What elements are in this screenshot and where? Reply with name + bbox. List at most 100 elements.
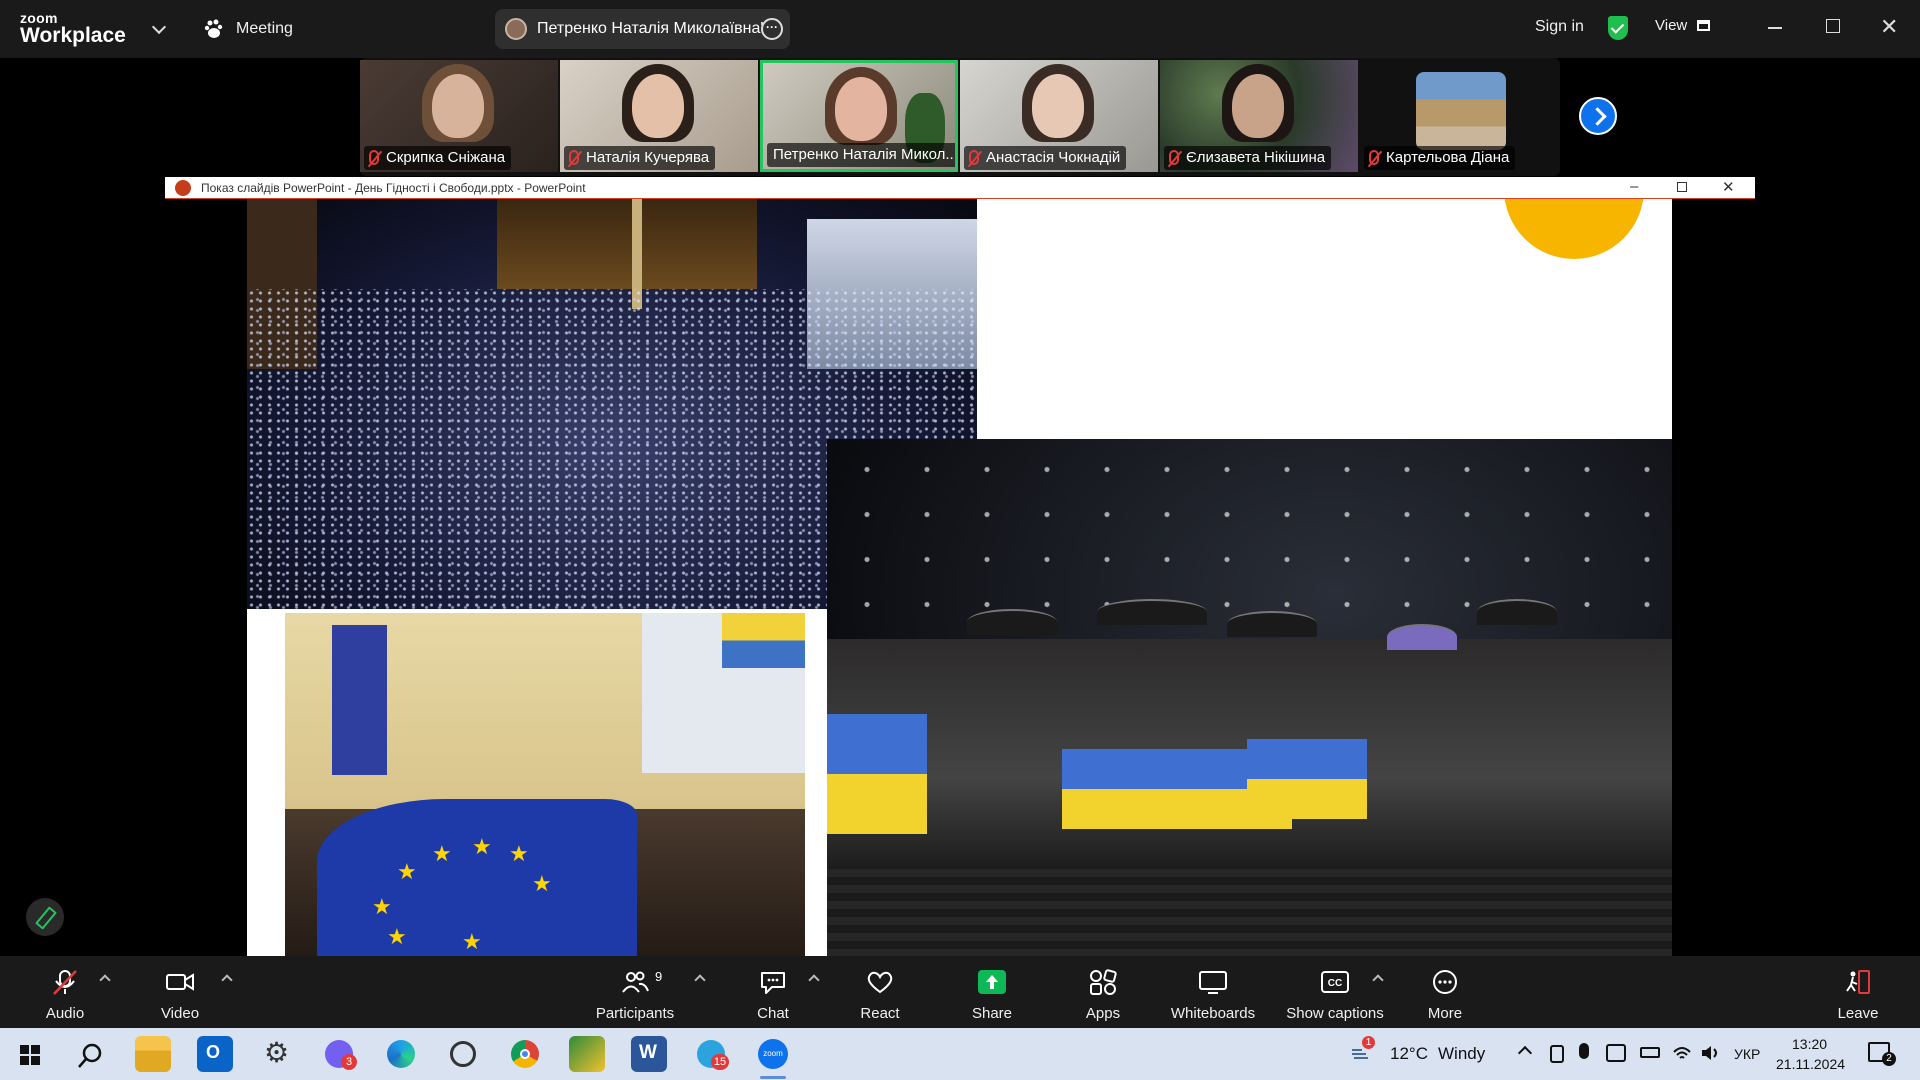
participants-icon <box>622 971 649 993</box>
decorative-sun-circle <box>1504 199 1644 259</box>
participant-tile[interactable]: Картельова Діана <box>1360 60 1558 172</box>
audio-options-caret-icon[interactable] <box>99 974 111 986</box>
file-explorer-icon[interactable] <box>135 1036 171 1072</box>
more-options-icon[interactable]: ··· <box>761 18 783 40</box>
view-button[interactable]: View <box>1655 17 1687 34</box>
apps-grid-icon <box>1090 969 1117 995</box>
share-button[interactable]: Share <box>957 956 1027 1028</box>
meeting-label[interactable]: Meeting <box>236 20 293 38</box>
video-options-caret-icon[interactable] <box>221 974 233 986</box>
leave-button[interactable]: Leave <box>1823 956 1893 1028</box>
whiteboards-button[interactable]: Whiteboards <box>1163 956 1263 1028</box>
participant-label: Наталія Кучерява <box>564 146 716 170</box>
photo-eu-flag-march: ★ ★ ★ ★ ★ ★ ★ ★ <box>247 609 827 956</box>
encryption-shield-icon[interactable] <box>1608 16 1628 40</box>
mic-muted-icon <box>369 150 379 165</box>
photos-app-icon[interactable] <box>569 1036 605 1072</box>
chevron-down-icon[interactable] <box>151 19 167 35</box>
photo-ukrainian-flags-snow <box>827 439 1672 956</box>
notifications-icon[interactable]: 2 <box>1868 1042 1896 1066</box>
battery-icon[interactable] <box>1640 1047 1660 1058</box>
participant-tile-active-speaker[interactable]: Петренко Наталія Микол... <box>760 60 958 172</box>
keyboard-language[interactable]: УКР <box>1734 1046 1760 1062</box>
microphone-muted-icon <box>53 970 77 995</box>
video-button[interactable]: Video <box>145 956 215 1028</box>
whiteboard-icon <box>1199 971 1227 994</box>
edge-browser-icon[interactable] <box>383 1036 419 1072</box>
ppt-close-icon[interactable]: ✕ <box>1722 178 1735 196</box>
viber-icon[interactable]: 3 <box>321 1036 357 1072</box>
shared-window-title: Показ слайдів PowerPoint - День Гідності… <box>201 181 586 195</box>
speaker-avatar <box>505 18 527 40</box>
mic-muted-icon <box>1169 150 1179 165</box>
participant-label: Петренко Наталія Микол... <box>767 143 955 167</box>
outlook-icon[interactable]: O <box>197 1036 233 1072</box>
tray-microphone-icon[interactable] <box>1579 1043 1589 1059</box>
restore-icon[interactable] <box>1826 19 1840 33</box>
search-icon[interactable] <box>76 1042 104 1070</box>
participants-button[interactable]: 9 Participants <box>585 956 685 1028</box>
view-grid-icon[interactable] <box>1697 20 1710 31</box>
chat-options-caret-icon[interactable] <box>808 974 820 986</box>
zoom-taskbar-icon[interactable]: zoom <box>755 1036 791 1072</box>
next-page-arrow-icon[interactable] <box>1579 97 1617 135</box>
meeting-paw-icon[interactable] <box>203 17 227 41</box>
tray-projector-icon[interactable] <box>1606 1044 1626 1062</box>
volume-icon[interactable] <box>1700 1044 1722 1062</box>
participants-options-caret-icon[interactable] <box>694 974 706 986</box>
notifications-count: 2 <box>1882 1052 1896 1066</box>
weather-temperature[interactable]: 12°C <box>1390 1044 1428 1064</box>
zoom-logo-workplace: Workplace <box>20 24 126 47</box>
mic-muted-icon <box>1369 150 1379 165</box>
leave-door-icon <box>1846 970 1870 994</box>
windows-taskbar: O ⚙ 3 W 15 zoom 1 12°C Windy УКР 13:20 2… <box>0 1028 1920 1080</box>
participant-label: Єлизавета Нікішина <box>1164 146 1332 170</box>
participant-tile[interactable]: Анастасія Чокнадій <box>960 60 1158 172</box>
more-button[interactable]: More <box>1410 956 1480 1028</box>
audio-button[interactable]: Audio <box>30 956 100 1028</box>
tray-expand-icon[interactable] <box>1517 1045 1533 1061</box>
tray-app-icon[interactable] <box>1550 1045 1564 1063</box>
show-captions-button[interactable]: CC Show captions <box>1280 956 1390 1028</box>
clock-time[interactable]: 13:20 <box>1792 1036 1827 1052</box>
chat-button[interactable]: Chat <box>738 956 808 1028</box>
clock-date[interactable]: 21.11.2024 <box>1776 1056 1845 1072</box>
video-camera-icon <box>166 973 194 991</box>
app-brain-icon[interactable] <box>445 1036 481 1072</box>
word-icon[interactable]: W <box>631 1036 667 1072</box>
close-icon[interactable]: ✕ <box>1880 14 1898 40</box>
annotation-pen-icon[interactable] <box>26 898 64 936</box>
more-dots-icon <box>1433 970 1457 994</box>
closed-captions-icon: CC <box>1321 971 1349 993</box>
wifi-icon[interactable] <box>1672 1044 1692 1062</box>
participant-thumbnail-strip: Скрипка Сніжана Наталія Кучерява Петренк… <box>0 58 1920 176</box>
presentation-slide: ★ ★ ★ ★ ★ ★ ★ ★ <box>247 199 1672 956</box>
active-speaker-pill[interactable]: Петренко Наталія Миколаївна' ··· <box>495 9 790 49</box>
minimize-icon[interactable] <box>1768 27 1782 29</box>
powerpoint-icon <box>175 180 191 196</box>
chrome-icon[interactable] <box>507 1036 543 1072</box>
zoom-top-bar: zoom Workplace Meeting Петренко Наталія … <box>0 0 1920 58</box>
weather-icon[interactable]: 1 <box>1350 1036 1375 1064</box>
sign-in-link[interactable]: Sign in <box>1535 18 1584 36</box>
participant-tile[interactable]: Скрипка Сніжана <box>360 60 558 172</box>
meeting-controls-toolbar: Audio Video 9 Participants Chat React Sh… <box>0 956 1920 1028</box>
apps-button[interactable]: Apps <box>1068 956 1138 1028</box>
telegram-badge: 15 <box>711 1054 729 1070</box>
settings-gear-icon[interactable]: ⚙ <box>259 1036 295 1072</box>
active-app-indicator <box>760 1076 786 1079</box>
mic-muted-icon <box>969 150 979 165</box>
shared-window-titlebar: Показ слайдів PowerPoint - День Гідності… <box>165 177 1755 199</box>
weather-badge: 1 <box>1362 1036 1375 1049</box>
participant-tile[interactable]: Єлизавета Нікішина <box>1160 60 1358 172</box>
participant-tile[interactable]: Наталія Кучерява <box>560 60 758 172</box>
active-speaker-name: Петренко Наталія Миколаївна' <box>537 20 764 37</box>
windows-start-icon[interactable] <box>20 1045 40 1065</box>
participant-label: Картельова Діана <box>1364 146 1516 170</box>
telegram-icon[interactable]: 15 <box>693 1036 729 1072</box>
ppt-restore-icon[interactable] <box>1677 182 1687 192</box>
svg-text:CC: CC <box>1328 978 1342 989</box>
weather-condition[interactable]: Windy <box>1438 1044 1485 1064</box>
react-button[interactable]: React <box>845 956 915 1028</box>
ppt-minimize-icon[interactable]: – <box>1630 178 1638 195</box>
